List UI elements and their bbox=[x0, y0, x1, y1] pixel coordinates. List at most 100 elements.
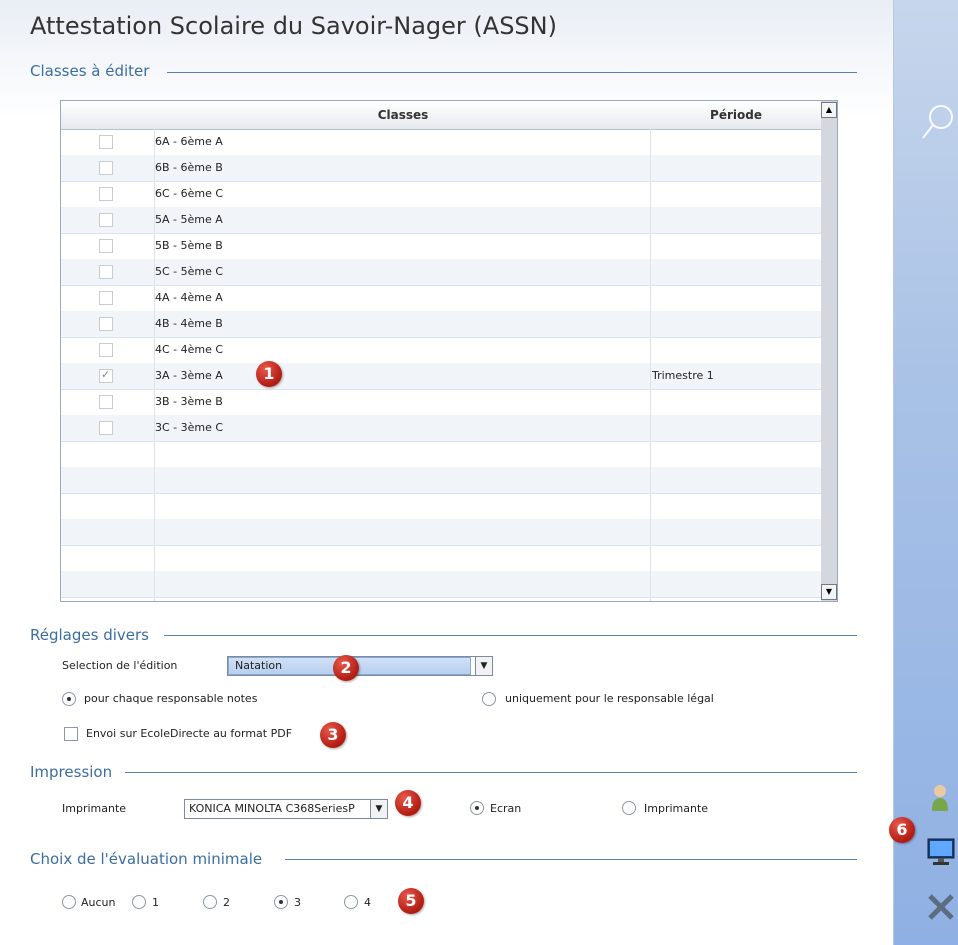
radio-eval-2-label: 2 bbox=[223, 896, 230, 909]
table-row[interactable]: 4A - 4ème A bbox=[61, 285, 821, 312]
radio-ecran-label: Ecran bbox=[490, 802, 522, 815]
class-name-cell: 6C - 6ème C bbox=[155, 187, 224, 200]
class-name-cell: 3B - 3ème B bbox=[155, 395, 223, 408]
section-impression-title: Impression bbox=[30, 763, 113, 781]
main-panel: Attestation Scolaire du Savoir-Nager (AS… bbox=[0, 0, 893, 945]
page-title: Attestation Scolaire du Savoir-Nager (AS… bbox=[30, 12, 557, 40]
row-checkbox[interactable] bbox=[99, 135, 113, 149]
envoi-ecoledirecte-label: Envoi sur EcoleDirecte au format PDF bbox=[86, 727, 293, 740]
row-checkbox[interactable] bbox=[99, 421, 113, 435]
right-toolbar bbox=[893, 0, 958, 945]
radio-chaque-responsable[interactable] bbox=[62, 692, 76, 706]
table-row bbox=[61, 519, 821, 546]
radio-eval-aucun-label: Aucun bbox=[81, 896, 116, 909]
table-row[interactable]: 3A - 3ème A Trimestre 1 bbox=[61, 363, 821, 390]
callout-badge-5: 5 bbox=[398, 888, 424, 914]
section-divider bbox=[285, 859, 857, 860]
column-divider bbox=[154, 129, 155, 601]
class-name-cell: 4C - 4ème C bbox=[155, 343, 224, 356]
row-checkbox[interactable] bbox=[99, 187, 113, 201]
search-icon[interactable] bbox=[920, 102, 956, 145]
row-checkbox[interactable] bbox=[99, 395, 113, 409]
table-row[interactable]: 4B - 4ème B bbox=[61, 311, 821, 338]
radio-eval-1-label: 1 bbox=[152, 896, 159, 909]
table-row[interactable]: 6B - 6ème B bbox=[61, 155, 821, 182]
class-name-cell: 3C - 3ème C bbox=[155, 421, 224, 434]
radio-chaque-label: pour chaque responsable notes bbox=[84, 692, 258, 705]
column-header-periode[interactable]: Période bbox=[651, 101, 821, 129]
radio-ecran[interactable] bbox=[470, 801, 484, 815]
monitor-icon[interactable] bbox=[927, 838, 955, 871]
radio-imprimante-label: Imprimante bbox=[644, 802, 709, 815]
class-name-cell: 5A - 5ème A bbox=[155, 213, 223, 226]
class-name-cell: 6A - 6ème A bbox=[155, 135, 223, 148]
column-divider bbox=[650, 129, 651, 601]
section-divider bbox=[164, 635, 857, 636]
table-row[interactable]: 6C - 6ème C bbox=[61, 181, 821, 208]
imprimante-label: Imprimante bbox=[62, 802, 127, 815]
class-name-cell: 4B - 4ème B bbox=[155, 317, 223, 330]
section-divider bbox=[125, 772, 857, 773]
radio-eval-3-label: 3 bbox=[294, 896, 301, 909]
table-row[interactable]: 5A - 5ème A bbox=[61, 207, 821, 234]
class-name-cell: 4A - 4ème A bbox=[155, 291, 223, 304]
section-reglages-title: Réglages divers bbox=[30, 626, 149, 644]
row-checkbox[interactable] bbox=[99, 213, 113, 227]
imprimante-select[interactable]: KONICA MINOLTA C368SeriesP ▼ bbox=[184, 799, 388, 819]
scroll-up-button[interactable]: ▲ bbox=[821, 102, 837, 118]
row-checkbox[interactable] bbox=[99, 317, 113, 331]
table-row bbox=[61, 467, 821, 494]
section-evaluation-title: Choix de l'évaluation minimale bbox=[30, 850, 263, 868]
row-checkbox[interactable] bbox=[99, 265, 113, 279]
row-checkbox[interactable] bbox=[99, 161, 113, 175]
callout-badge-4: 4 bbox=[395, 790, 421, 816]
table-row[interactable]: 5B - 5ème B bbox=[61, 233, 821, 260]
table-row[interactable]: 3C - 3ème C bbox=[61, 415, 821, 442]
chevron-down-icon[interactable]: ▼ bbox=[370, 800, 387, 818]
table-row[interactable]: 5C - 5ème C bbox=[61, 259, 821, 286]
column-header-classes[interactable]: Classes bbox=[155, 101, 651, 129]
radio-responsable-legal[interactable] bbox=[482, 692, 496, 706]
callout-badge-2: 2 bbox=[333, 655, 359, 681]
imprimante-value: KONICA MINOLTA C368SeriesP bbox=[189, 802, 355, 815]
table-header: Classes Période bbox=[61, 101, 821, 130]
callout-badge-1: 1 bbox=[256, 361, 282, 387]
table-row bbox=[61, 493, 821, 520]
envoi-ecoledirecte-checkbox[interactable] bbox=[64, 727, 78, 741]
radio-eval-2[interactable] bbox=[203, 895, 217, 909]
table-scrollbar[interactable]: ▲ ▼ bbox=[821, 101, 837, 601]
radio-eval-4-label: 4 bbox=[364, 896, 371, 909]
scroll-down-button[interactable]: ▼ bbox=[821, 584, 837, 600]
radio-imprimante[interactable] bbox=[622, 801, 636, 815]
row-checkbox[interactable] bbox=[99, 368, 113, 383]
row-checkbox[interactable] bbox=[99, 343, 113, 357]
table-row bbox=[61, 571, 821, 598]
row-checkbox[interactable] bbox=[99, 239, 113, 253]
chevron-down-icon[interactable]: ▼ bbox=[475, 657, 492, 675]
table-row[interactable]: 4C - 4ème C bbox=[61, 337, 821, 364]
row-checkbox[interactable] bbox=[99, 291, 113, 305]
user-icon[interactable] bbox=[930, 784, 950, 815]
class-name-cell: 3A - 3ème A bbox=[155, 369, 223, 382]
selection-edition-select[interactable]: Natation ▼ bbox=[227, 656, 493, 676]
radio-eval-4[interactable] bbox=[344, 895, 358, 909]
table-row[interactable]: 6A - 6ème A bbox=[61, 129, 821, 156]
classes-table: Classes Période 6A - 6ème A 6B - 6ème B 6C… bbox=[60, 100, 838, 602]
section-classes-title: Classes à éditer bbox=[30, 62, 150, 80]
radio-eval-1[interactable] bbox=[132, 895, 146, 909]
radio-eval-3[interactable] bbox=[274, 895, 288, 909]
callout-badge-3: 3 bbox=[320, 722, 346, 748]
close-icon[interactable] bbox=[926, 892, 956, 925]
class-name-cell: 6B - 6ème B bbox=[155, 161, 223, 174]
class-name-cell: 5C - 5ème C bbox=[155, 265, 224, 278]
table-row bbox=[61, 545, 821, 572]
selection-edition-label: Selection de l'édition bbox=[62, 659, 178, 672]
table-row[interactable]: 3B - 3ème B bbox=[61, 389, 821, 416]
callout-badge-6: 6 bbox=[889, 817, 915, 843]
table-row bbox=[61, 441, 821, 468]
class-name-cell: 5B - 5ème B bbox=[155, 239, 223, 252]
section-divider bbox=[167, 72, 857, 73]
periode-cell: Trimestre 1 bbox=[652, 369, 714, 382]
radio-legal-label: uniquement pour le responsable légal bbox=[505, 692, 714, 705]
radio-eval-aucun[interactable] bbox=[62, 895, 76, 909]
